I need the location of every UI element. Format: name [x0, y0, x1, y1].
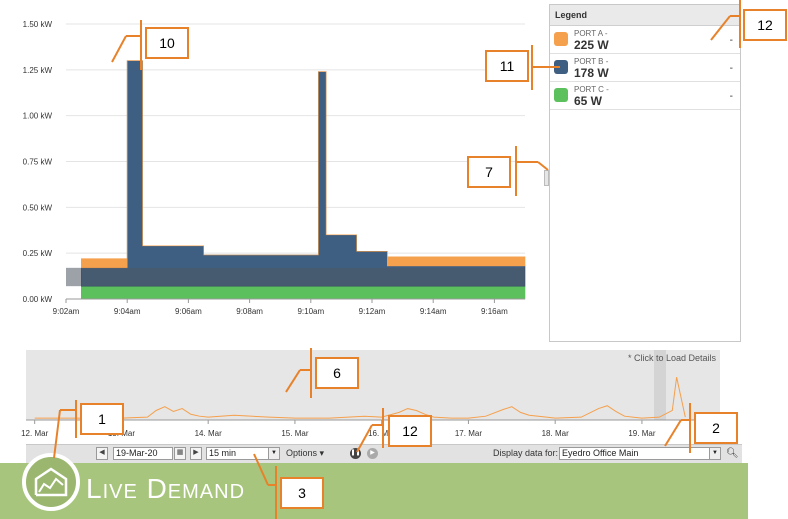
left-arrow-icon: ◀ — [99, 449, 105, 456]
navigator-x-tick-label: 18. Mar — [542, 429, 569, 438]
callout-2: 2 — [694, 412, 738, 444]
right-arrow-icon: ▶ — [193, 449, 199, 456]
navigator-chart[interactable]: * Click to Load Details 12. Mar13. Mar14… — [0, 0, 788, 440]
navigator-x-tick-label: 15. Mar — [281, 429, 308, 438]
callout-12: 12 — [388, 415, 432, 447]
calendar-button[interactable]: ▦ — [174, 447, 186, 460]
navigator-x-tick-label: 17. Mar — [455, 429, 482, 438]
callout-1: 1 — [80, 403, 124, 435]
display-data-label: Display data for: — [493, 448, 559, 458]
device-select[interactable]: Eyedro Office Main ▼ — [559, 447, 721, 460]
navigator-x-tick-label: 19. Mar — [628, 429, 655, 438]
callout-3: 3 — [280, 477, 324, 509]
chevron-down-icon: ▼ — [268, 448, 279, 459]
toolbar: ◀ 19-Mar-20 ▦ ▶ 15 min ▼ Options ▾ ❚❚ ▶ … — [26, 444, 742, 463]
interval-select[interactable]: 15 min ▼ — [206, 447, 280, 460]
date-input[interactable]: 19-Mar-20 — [113, 447, 173, 460]
next-date-button[interactable]: ▶ — [190, 447, 202, 460]
device-value: Eyedro Office Main — [562, 448, 639, 458]
callout-10: 11 — [485, 50, 529, 82]
callout-7: 10 — [145, 27, 189, 59]
navigator-x-tick-label: 14. Mar — [195, 429, 222, 438]
play-icon: ▶ — [370, 450, 375, 456]
callout-6: 7 — [467, 156, 511, 188]
footer-banner: Live Demand — [0, 453, 748, 519]
callout-11: 12 — [743, 9, 787, 41]
house-chart-icon — [22, 453, 80, 511]
interval-value: 15 min — [209, 448, 237, 458]
pause-icon: ❚❚ — [350, 450, 361, 456]
footer-title: Live Demand — [86, 473, 246, 504]
prev-date-button[interactable]: ◀ — [96, 447, 108, 460]
play-button[interactable]: ▶ — [367, 448, 378, 459]
pause-button[interactable]: ❚❚ — [350, 448, 361, 459]
callout-5: 6 — [315, 357, 359, 389]
calendar-icon: ▦ — [176, 449, 184, 456]
click-to-load-note: * Click to Load Details — [628, 353, 717, 363]
options-menu[interactable]: Options ▾ — [286, 447, 324, 460]
navigator-background — [26, 350, 720, 420]
chevron-down-icon: ▼ — [709, 448, 720, 459]
magnifier-icon[interactable]: 🔍︎ — [726, 447, 739, 460]
date-value: 19-Mar-20 — [116, 448, 158, 458]
navigator-x-tick-label: 12. Mar — [21, 429, 48, 438]
